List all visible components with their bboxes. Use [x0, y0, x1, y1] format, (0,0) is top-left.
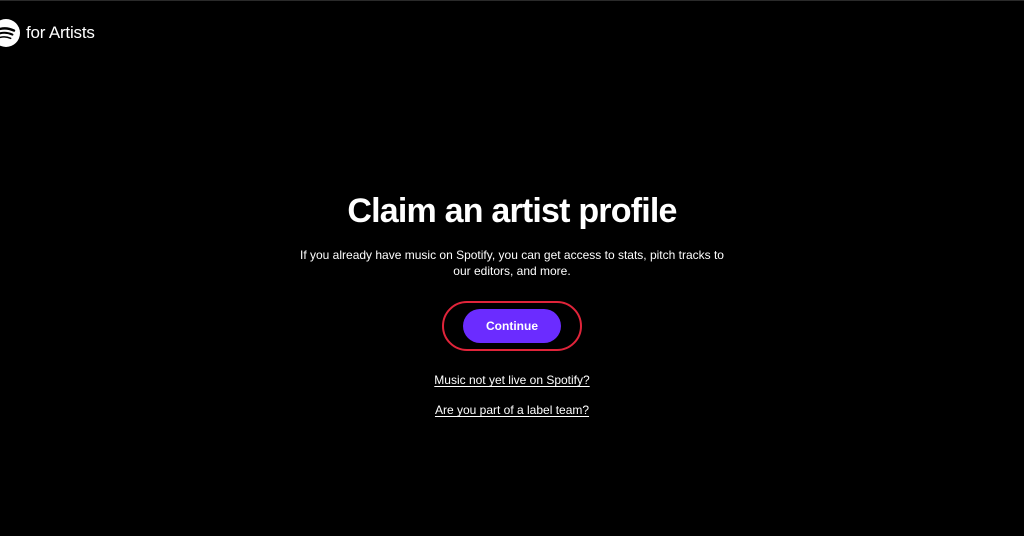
continue-button[interactable]: Continue — [463, 309, 561, 343]
brand-text: for Artists — [26, 23, 95, 42]
music-not-live-link[interactable]: Music not yet live on Spotify? — [434, 373, 589, 387]
claim-profile-section: Claim an artist profile If you already h… — [0, 189, 1024, 417]
spotify-logo-icon[interactable] — [0, 19, 20, 47]
header: for Artists — [0, 19, 95, 47]
page: for Artists Claim an artist profile If y… — [0, 0, 1024, 536]
page-description: If you already have music on Spotify, yo… — [300, 248, 724, 278]
continue-button-highlight: Continue — [442, 301, 582, 351]
page-title: Claim an artist profile — [347, 192, 677, 230]
label-team-link[interactable]: Are you part of a label team? — [435, 403, 589, 417]
